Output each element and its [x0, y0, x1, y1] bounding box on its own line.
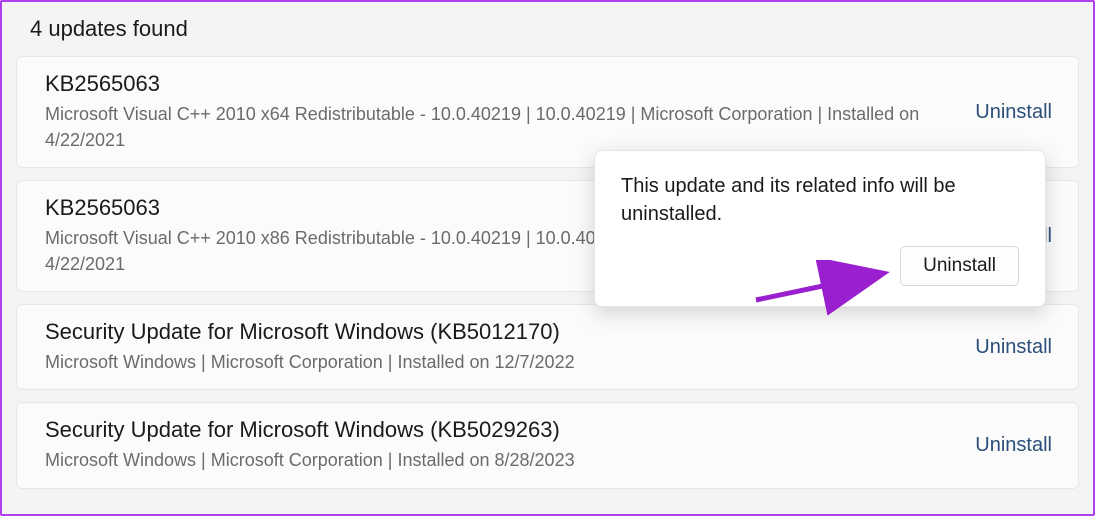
uninstall-confirm-popover: This update and its related info will be… [594, 150, 1046, 307]
update-subtitle: Microsoft Windows | Microsoft Corporatio… [45, 349, 953, 375]
update-row: Security Update for Microsoft Windows (K… [16, 304, 1079, 390]
popover-actions: Uninstall [621, 246, 1019, 286]
update-title: Security Update for Microsoft Windows (K… [45, 319, 953, 345]
update-info: Security Update for Microsoft Windows (K… [45, 319, 953, 375]
update-info: KB2565063 Microsoft Visual C++ 2010 x64 … [45, 71, 953, 153]
uninstall-link[interactable]: Uninstall [973, 332, 1054, 363]
uninstall-link[interactable]: Uninstall [973, 97, 1054, 128]
update-subtitle: Microsoft Windows | Microsoft Corporatio… [45, 447, 953, 473]
update-info: Security Update for Microsoft Windows (K… [45, 417, 953, 473]
update-title: KB2565063 [45, 71, 953, 97]
updates-found-label: 4 updates found [16, 10, 1079, 56]
confirm-uninstall-button[interactable]: Uninstall [900, 246, 1019, 286]
update-row: Security Update for Microsoft Windows (K… [16, 402, 1079, 488]
update-subtitle: Microsoft Visual C++ 2010 x64 Redistribu… [45, 101, 953, 153]
popover-message: This update and its related info will be… [621, 173, 1019, 228]
uninstall-link[interactable]: Uninstall [973, 430, 1054, 461]
update-title: Security Update for Microsoft Windows (K… [45, 417, 953, 443]
